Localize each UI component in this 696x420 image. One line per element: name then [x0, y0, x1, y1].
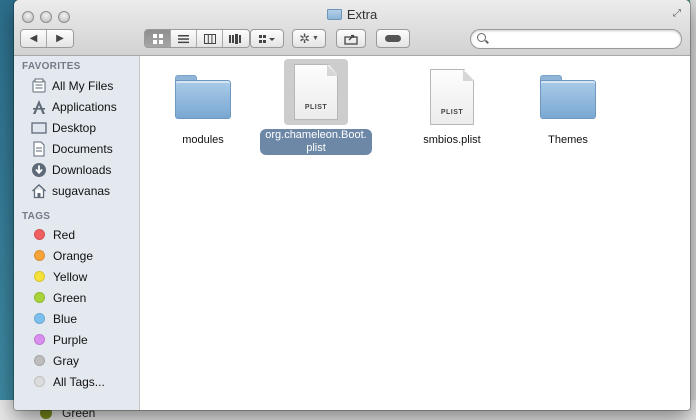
favorites-heading: FAVORITES	[22, 61, 81, 72]
chevron-left-icon: ◀	[21, 30, 46, 47]
folder-icon	[326, 9, 342, 20]
forward-button[interactable]: ▶	[47, 30, 73, 47]
desktop-icon	[31, 120, 47, 136]
sidebar-tag-blue[interactable]: Blue	[14, 308, 140, 329]
tag-color-dot	[34, 229, 45, 240]
file-item-modules[interactable]: modules	[147, 64, 259, 164]
sidebar-item-desktop[interactable]: Desktop	[14, 117, 140, 138]
sidebar-item-label: Orange	[53, 248, 94, 263]
document-icon-wrap: PLIST	[419, 64, 485, 130]
arrange-grid-icon	[259, 34, 275, 43]
icon-view-button[interactable]	[145, 30, 171, 47]
action-button[interactable]: ✲ ▼	[292, 29, 326, 48]
chevron-down-icon: ▼	[311, 35, 319, 42]
plist-document-icon: PLIST	[294, 64, 338, 120]
search-field[interactable]	[470, 29, 682, 49]
gear-icon: ✲	[299, 30, 310, 46]
sidebar-item-label: Red	[53, 227, 76, 242]
plist-document-icon: PLIST	[430, 69, 474, 125]
tags-button[interactable]	[376, 29, 410, 48]
folder-icon-wrap	[170, 64, 236, 130]
home-icon	[31, 183, 47, 199]
folder-icon	[540, 75, 596, 119]
finder-window: Extra ⤢ ◀ ▶ ✲ ▼ FAVORITES All My Files A…	[14, 0, 690, 410]
all-files-icon	[31, 78, 47, 94]
sidebar-tag-orange[interactable]: Orange	[14, 245, 140, 266]
downloads-icon	[31, 162, 47, 178]
documents-icon	[31, 141, 47, 157]
sidebar-tag-red[interactable]: Red	[14, 224, 140, 245]
sidebar-item-label: Documents	[52, 141, 113, 156]
sidebar-tag-gray[interactable]: Gray	[14, 350, 140, 371]
sidebar-tag-all-tags[interactable]: All Tags...	[14, 371, 140, 392]
tag-color-dot	[34, 355, 45, 366]
sidebar-item-label: All Tags...	[53, 374, 105, 389]
sidebar: FAVORITES All My Files Applications Desk…	[14, 56, 140, 410]
file-name: Themes	[548, 134, 588, 146]
list-view-icon	[178, 34, 189, 43]
tag-color-dot	[34, 313, 45, 324]
chevron-right-icon: ▶	[47, 30, 73, 47]
sidebar-item-label: Gray	[53, 353, 80, 368]
tag-color-dot	[34, 292, 45, 303]
sidebar-item-label: All My Files	[52, 78, 114, 93]
document-icon-wrap: PLIST	[284, 59, 348, 125]
back-button[interactable]: ◀	[21, 30, 47, 47]
tag-icon	[385, 35, 401, 42]
file-name: smbios.plist	[423, 134, 481, 146]
share-button[interactable]	[336, 29, 366, 48]
sidebar-item-label: Green	[53, 290, 87, 305]
sidebar-item-applications[interactable]: Applications	[14, 96, 140, 117]
window-title-text: Extra	[346, 7, 378, 22]
coverflow-view-button[interactable]	[223, 30, 249, 47]
background-window-edge	[690, 0, 696, 420]
sidebar-item-documents[interactable]: Documents	[14, 138, 140, 159]
sidebar-item-home[interactable]: sugavanas	[14, 180, 140, 201]
window-title: Extra	[14, 7, 690, 22]
sidebar-tag-green[interactable]: Green	[14, 287, 140, 308]
sidebar-item-label: Blue	[53, 311, 78, 326]
tag-color-dot	[34, 250, 45, 261]
tag-color-dot	[34, 334, 45, 345]
sidebar-item-label: Yellow	[53, 269, 88, 284]
file-browser: modules PLIST org.chameleon.Boot.plist P…	[141, 57, 690, 410]
folder-icon-wrap	[535, 64, 601, 130]
arrange-button[interactable]	[250, 29, 284, 48]
sidebar-item-downloads[interactable]: Downloads	[14, 159, 140, 180]
tag-color-dot	[34, 376, 45, 387]
search-icon	[477, 33, 486, 42]
column-view-button[interactable]	[197, 30, 223, 47]
sidebar-item-all-my-files[interactable]: All My Files	[14, 75, 140, 96]
list-view-button[interactable]	[171, 30, 197, 47]
tag-color-dot	[34, 271, 45, 282]
file-name: modules	[182, 134, 224, 146]
sidebar-item-label: Desktop	[52, 120, 97, 135]
view-mode-buttons	[144, 29, 250, 48]
sidebar-tag-yellow[interactable]: Yellow	[14, 266, 140, 287]
tags-heading: TAGS	[22, 211, 51, 222]
applications-icon	[31, 99, 47, 115]
fullscreen-icon[interactable]: ⤢	[671, 8, 683, 20]
sidebar-tag-purple[interactable]: Purple	[14, 329, 140, 350]
icon-view-icon	[152, 33, 163, 44]
folder-icon	[175, 75, 231, 119]
file-name: org.chameleon.Boot.plist	[260, 129, 372, 155]
coverflow-view-icon	[229, 33, 241, 44]
share-icon	[344, 34, 358, 45]
sidebar-item-label: Downloads	[52, 162, 112, 177]
column-view-icon	[203, 33, 216, 44]
sidebar-item-label: Purple	[53, 332, 88, 347]
title-bar: Extra ⤢ ◀ ▶ ✲ ▼	[14, 0, 690, 56]
file-item-org-chameleon-boot-plist[interactable]: PLIST org.chameleon.Boot.plist	[260, 59, 372, 159]
file-item-smbios-plist[interactable]: PLIST smbios.plist	[396, 64, 508, 164]
sidebar-item-label: sugavanas	[52, 183, 111, 198]
search-input[interactable]	[491, 32, 675, 46]
navigation-buttons: ◀ ▶	[20, 29, 74, 48]
sidebar-item-label: Applications	[52, 99, 117, 114]
file-item-themes[interactable]: Themes	[512, 64, 624, 164]
